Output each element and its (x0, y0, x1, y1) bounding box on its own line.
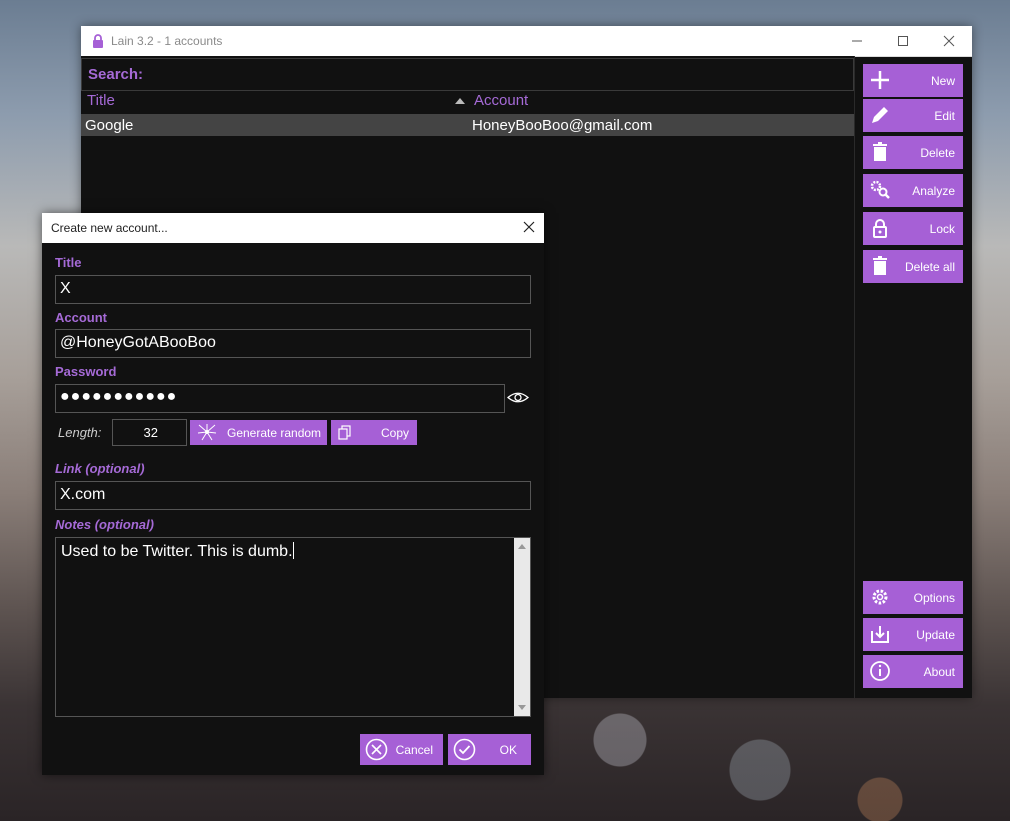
delete-all-button[interactable]: Delete all (863, 250, 963, 283)
notes-label: Notes (optional) (55, 517, 154, 532)
minimize-icon (852, 40, 862, 42)
copy-icon (338, 425, 351, 440)
password-value: ●●●●●●●●●●● (60, 388, 178, 405)
lock-button[interactable]: Lock (863, 212, 963, 245)
pencil-icon (872, 107, 888, 123)
title-value: X (60, 280, 71, 297)
link-label: Link (optional) (55, 461, 145, 476)
notes-scrollbar[interactable] (514, 538, 530, 716)
dialog-close-icon[interactable] (522, 220, 536, 234)
length-value: 32 (143, 425, 158, 440)
analyze-button[interactable]: Analyze (863, 174, 963, 207)
search-label: Search: (88, 66, 144, 83)
gears-search-icon (870, 180, 890, 199)
password-field[interactable]: ●●●●●●●●●●● (55, 384, 505, 413)
dialog-title-bar: Create new account... (42, 213, 544, 243)
options-button[interactable]: Options (863, 581, 963, 614)
analyze-label: Analyze (912, 184, 955, 198)
generate-random-button[interactable]: Generate random (190, 420, 327, 445)
row-account: HoneyBooBoo@gmail.com (472, 117, 653, 134)
title-label: Title (55, 255, 82, 270)
table-row[interactable]: Google HoneyBooBoo@gmail.com (81, 114, 854, 136)
gear-icon (872, 589, 888, 605)
show-password-button[interactable] (504, 384, 531, 411)
link-value: X.com (60, 486, 106, 503)
new-label: New (930, 74, 955, 88)
trash-icon (873, 142, 887, 161)
edit-button[interactable]: Edit (863, 99, 963, 132)
maximize-button[interactable] (880, 26, 926, 56)
lock-icon (873, 219, 887, 238)
ok-button[interactable]: OK (448, 734, 531, 765)
new-button[interactable]: New (863, 64, 963, 97)
scroll-up-icon[interactable] (518, 544, 526, 549)
edit-label: Edit (934, 109, 955, 123)
account-field[interactable]: @HoneyGotABooBoo (55, 329, 531, 358)
delete-button[interactable]: Delete (863, 136, 963, 169)
eye-icon (506, 392, 530, 403)
plus-icon (871, 71, 889, 89)
delete-label: Delete (920, 146, 955, 160)
text-caret (292, 542, 294, 559)
app-lock-icon (93, 34, 103, 48)
copy-button[interactable]: Copy (331, 420, 417, 445)
title-bar: Lain 3.2 - 1 accounts (81, 26, 972, 57)
scroll-down-icon[interactable] (518, 705, 526, 710)
minimize-button[interactable] (834, 26, 880, 56)
sparkle-icon (197, 424, 217, 441)
search-box[interactable]: Search: (81, 58, 854, 91)
close-button[interactable] (926, 26, 972, 56)
account-label: Account (55, 310, 107, 325)
create-account-dialog: Create new account... Title X Account @H… (42, 213, 544, 775)
options-label: Options (913, 591, 955, 605)
length-field[interactable]: 32 (112, 419, 187, 446)
window-title: Lain 3.2 - 1 accounts (111, 34, 223, 48)
cancel-button[interactable]: Cancel (360, 734, 443, 765)
column-header-title[interactable]: Title (87, 92, 115, 112)
sort-ascending-icon (455, 98, 465, 104)
ok-label: OK (499, 743, 517, 757)
delete-all-label: Delete all (904, 260, 955, 274)
update-label: Update (916, 628, 955, 642)
lock-label: Lock (929, 222, 955, 236)
title-field[interactable]: X (55, 275, 531, 304)
length-label: Length: (58, 425, 102, 440)
link-field[interactable]: X.com (55, 481, 531, 510)
generate-random-label: Generate random (227, 426, 322, 440)
about-label: About (923, 665, 955, 679)
cancel-label: Cancel (395, 743, 433, 757)
check-circle-icon (453, 738, 476, 761)
update-button[interactable]: Update (863, 618, 963, 651)
info-icon (870, 661, 890, 681)
account-value: @HoneyGotABooBoo (60, 334, 216, 351)
copy-label: Copy (380, 426, 409, 440)
notes-value: Used to be Twitter. This is dumb. (61, 543, 293, 560)
password-label: Password (55, 364, 117, 379)
notes-textarea[interactable]: Used to be Twitter. This is dumb. (55, 537, 531, 717)
trash-icon (873, 256, 887, 275)
about-button[interactable]: About (863, 655, 963, 688)
dialog-title: Create new account... (51, 221, 168, 235)
download-icon (871, 626, 889, 643)
cancel-circle-icon (365, 738, 388, 761)
row-title: Google (85, 117, 134, 134)
maximize-icon (898, 36, 908, 46)
column-header-account[interactable]: Account (474, 92, 528, 112)
close-icon (943, 35, 955, 47)
